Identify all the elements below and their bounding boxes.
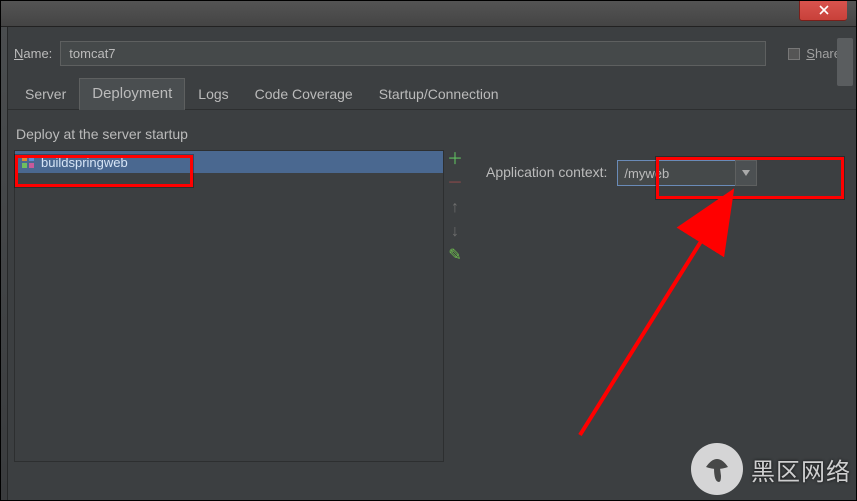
move-up-button: ↑ <box>447 200 463 216</box>
scrollbar-thumb[interactable] <box>837 38 853 86</box>
move-down-button: ↓ <box>447 224 463 240</box>
deploy-list-buttons: ＋ － ↑ ↓ ✎ <box>444 150 466 462</box>
tab-deployment[interactable]: Deployment <box>79 78 185 110</box>
tab-logs[interactable]: Logs <box>185 79 241 109</box>
watermark-logo <box>691 443 743 495</box>
deploy-list[interactable]: buildspringweb <box>14 150 444 462</box>
list-item[interactable]: buildspringweb <box>15 151 443 173</box>
artifact-icon <box>21 155 35 169</box>
application-context-input[interactable] <box>617 160 735 186</box>
list-item-label: buildspringweb <box>41 155 128 170</box>
tab-startup-connection[interactable]: Startup/Connection <box>366 79 512 109</box>
chevron-down-icon <box>742 170 750 176</box>
application-context-label: Application context: <box>486 164 607 180</box>
add-button[interactable]: ＋ <box>447 152 463 168</box>
application-context-combo[interactable] <box>617 160 757 186</box>
close-button[interactable] <box>799 0 847 21</box>
watermark: 黑区网络 <box>691 443 851 495</box>
close-icon <box>818 5 830 15</box>
edit-button[interactable]: ✎ <box>447 248 463 264</box>
deployment-panel: Deploy at the server startup buildspring… <box>0 110 857 491</box>
name-input[interactable] <box>60 41 766 66</box>
deploy-left-column: Deploy at the server startup buildspring… <box>14 120 466 491</box>
window-left-frame <box>0 27 8 501</box>
watermark-text: 黑区网络 <box>751 452 851 487</box>
mushroom-icon <box>702 454 732 484</box>
deploy-right-column: Application context: <box>466 120 843 491</box>
tab-code-coverage[interactable]: Code Coverage <box>242 79 366 109</box>
deploy-section-title: Deploy at the server startup <box>16 126 466 142</box>
deploy-list-wrap: buildspringweb ＋ － ↑ ↓ ✎ <box>14 150 466 462</box>
tab-server[interactable]: Server <box>12 79 79 109</box>
share-checkbox[interactable]: Share <box>788 46 841 61</box>
name-label: Name: <box>14 46 52 61</box>
checkbox-icon <box>788 48 800 60</box>
name-row: Name: Share <box>0 27 857 76</box>
remove-button[interactable]: － <box>447 176 463 192</box>
application-context-dropdown[interactable] <box>735 160 757 186</box>
titlebar <box>0 0 857 27</box>
tabs: Server Deployment Logs Code Coverage Sta… <box>0 78 857 110</box>
